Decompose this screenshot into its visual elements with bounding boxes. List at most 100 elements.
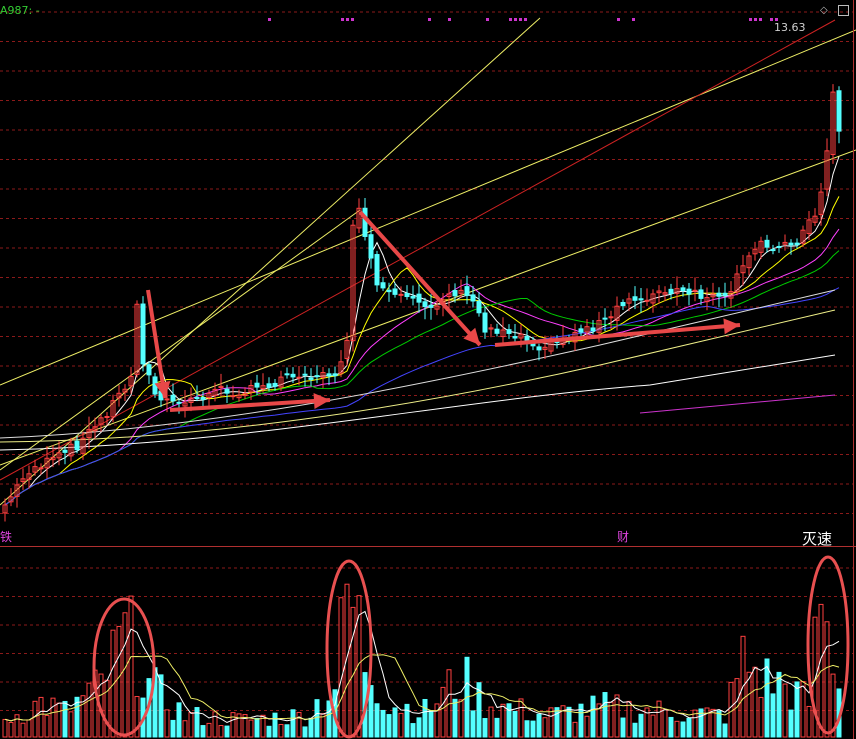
volume-bar <box>512 710 518 738</box>
candle-body <box>608 316 614 319</box>
volume-bar <box>518 698 524 738</box>
trend-line <box>0 17 541 506</box>
candlestick-series <box>2 84 842 522</box>
volume-bar <box>614 694 620 738</box>
volume-bar <box>314 699 320 738</box>
volume-bar <box>482 718 488 738</box>
candle-body <box>254 382 260 388</box>
candle-body <box>482 312 488 333</box>
volume-bar <box>164 709 170 738</box>
volume-bar <box>674 720 680 738</box>
candle-body <box>62 449 68 453</box>
candle-body <box>104 416 110 419</box>
candle-body <box>716 292 722 297</box>
volume-bar <box>638 713 644 738</box>
volume-bar <box>272 712 278 738</box>
volume-bar <box>308 717 314 738</box>
candle-body <box>776 245 782 248</box>
signal-dot <box>346 18 349 21</box>
candle-body <box>302 373 308 376</box>
volume-bar <box>344 583 350 738</box>
candle-body <box>176 401 182 404</box>
volume-bar <box>206 722 212 738</box>
event-marker-finance[interactable]: 财 <box>617 531 629 543</box>
volume-bar <box>452 698 458 738</box>
candle-body <box>410 295 416 299</box>
ma-line <box>4 196 840 506</box>
signal-dot <box>749 18 752 21</box>
candle-body <box>392 288 398 295</box>
volume-bar <box>572 721 578 738</box>
volume-bar <box>404 703 410 738</box>
candle-body <box>266 383 272 388</box>
candle-body <box>74 440 80 451</box>
volume-bar <box>14 714 20 738</box>
volume-bar <box>602 692 608 738</box>
volume-surge-ellipse <box>806 555 850 735</box>
right-border <box>853 0 854 739</box>
candle-body <box>404 293 410 298</box>
candle-body <box>224 388 230 394</box>
volume-bar <box>416 717 422 738</box>
long-ma-line <box>639 394 836 414</box>
candle-body <box>290 373 296 378</box>
volume-bar <box>506 703 512 738</box>
volume-bar <box>710 708 716 738</box>
volume-bar <box>428 710 434 738</box>
candle-body <box>332 373 338 377</box>
event-marker-left[interactable]: 铁 <box>0 531 12 543</box>
volume-bar <box>326 700 332 738</box>
candle-body <box>686 288 692 295</box>
volume-bar <box>458 699 464 738</box>
volume-ma-lines <box>4 610 840 724</box>
volume-bar <box>608 701 614 738</box>
candle-body <box>470 294 476 302</box>
annotation-arrows <box>146 210 741 412</box>
volume-bar <box>776 671 782 738</box>
volume-bar <box>686 717 692 738</box>
volume-bar <box>656 700 662 738</box>
volume-bar <box>668 716 674 738</box>
volume-bar <box>194 707 200 738</box>
volume-bar <box>128 595 134 738</box>
volume-bar <box>290 709 296 738</box>
candle-body <box>452 290 458 297</box>
volume-bar <box>380 709 386 738</box>
candle-body <box>764 239 770 248</box>
volume-grid <box>0 567 853 711</box>
signal-dot <box>770 18 773 21</box>
volume-bar <box>44 714 50 738</box>
candle-body <box>680 287 686 292</box>
candle-body <box>506 329 512 334</box>
max-price-label: 13.63 <box>774 21 806 34</box>
candle-body <box>386 289 392 293</box>
volume-bar <box>386 714 392 738</box>
volume-bar <box>704 707 710 738</box>
candle-body <box>698 289 704 299</box>
candle-body <box>770 249 776 252</box>
volume-bar <box>494 717 500 738</box>
volume-bar <box>182 720 188 738</box>
volume-bar <box>422 698 428 738</box>
signal-dot <box>759 18 762 21</box>
signal-dot <box>632 18 635 21</box>
arrow-head <box>313 393 330 409</box>
volume-bar <box>32 700 38 738</box>
volume-bar <box>338 597 344 738</box>
candle-body <box>578 328 584 333</box>
signal-dot <box>341 18 344 21</box>
volume-bar <box>224 725 230 738</box>
ma-line <box>4 250 840 506</box>
volume-bar <box>536 713 542 738</box>
volume-bar <box>254 717 260 738</box>
diamond-icon[interactable]: ◇ <box>820 5 828 17</box>
volume-bar <box>632 722 638 738</box>
window-toggle-icon[interactable] <box>838 5 849 16</box>
candle-body <box>794 242 800 246</box>
volume-bar <box>50 697 56 738</box>
volume-bar <box>680 721 686 738</box>
volume-bar <box>542 717 548 738</box>
candle-body <box>632 296 638 301</box>
volume-bar <box>470 710 476 738</box>
volume-bar <box>584 715 590 738</box>
